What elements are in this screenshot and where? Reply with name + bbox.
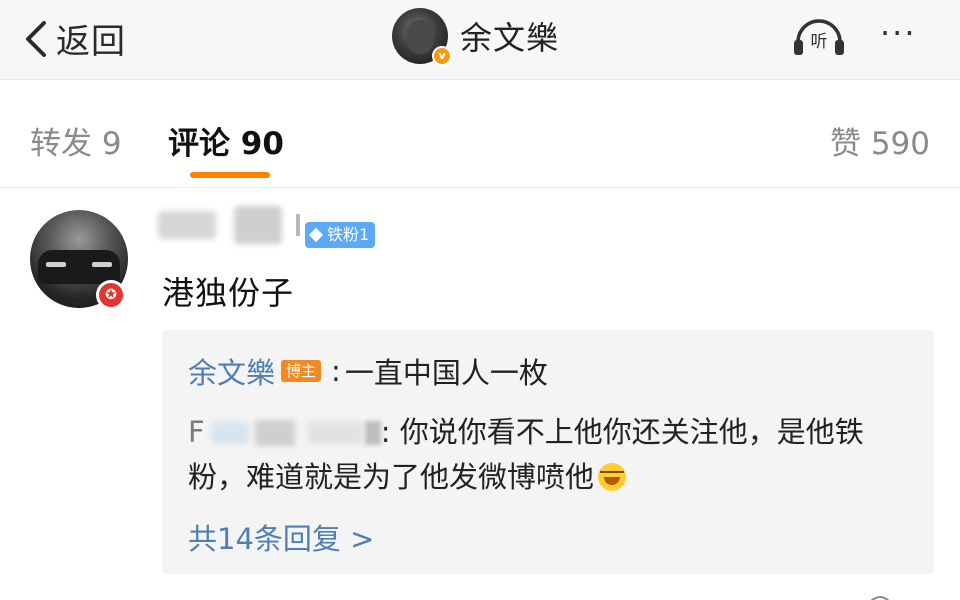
avatar-car-light (46, 262, 66, 267)
reply-author-name[interactable]: 余文樂 (188, 350, 275, 392)
reply-item[interactable]: F : 你说你看不上他你还关注他，是他铁粉，难道就是为了他发微博喷他 (188, 410, 908, 500)
reply-colon: : (331, 354, 341, 388)
active-tab-indicator (190, 172, 270, 178)
reply-item[interactable]: 余文樂 博主 : 一直中国人一枚 (188, 350, 548, 392)
reply-text: 一直中国人一枚 (344, 356, 548, 390)
listen-headphones-button[interactable]: 听 (790, 12, 848, 58)
avatar-car-light (92, 262, 112, 267)
back-label: 返回 (56, 22, 126, 62)
reply-thread[interactable]: 余文樂 博主 : 一直中国人一枚 F : 你说你看不上他你还关注他，是他铁粉，难… (162, 330, 934, 574)
redaction-blur (158, 211, 216, 239)
tab-reposts[interactable]: 转发 9 (30, 118, 122, 163)
reply-author-initial: F (188, 415, 205, 449)
author-host-badge: 博主 (281, 360, 322, 382)
back-button[interactable]: 返回 (22, 14, 126, 63)
redaction-blur (364, 420, 381, 445)
tab-likes[interactable]: 赞 590 (830, 118, 930, 163)
chevron-left-icon (26, 20, 46, 57)
laughing-emoji-icon (598, 463, 627, 491)
reply-colon: : (380, 415, 391, 449)
reply-author-redacted[interactable]: F (188, 410, 381, 455)
author-header[interactable]: v 余文樂 (392, 8, 559, 66)
redaction-blur (254, 419, 295, 446)
top-navigation-bar: 返回 v 余文樂 听 ··· (0, 0, 960, 80)
redaction-blur (234, 206, 282, 244)
more-options-button[interactable]: ··· (880, 17, 917, 49)
author-avatar[interactable]: v (392, 8, 452, 66)
fan-badge-label: 铁粉1 (327, 225, 370, 244)
author-name[interactable]: 余文樂 (460, 13, 559, 59)
fan-level-badge: 铁粉1 (305, 222, 376, 248)
redaction-blur (306, 421, 363, 444)
avatar-car-shape (38, 250, 120, 284)
tab-bar: 转发 9 评论 90 赞 590 (0, 80, 960, 188)
tab-comments[interactable]: 评论 90 (168, 118, 284, 163)
comment-text: 港独份子 (162, 274, 295, 312)
red-star-badge-icon: ✪ (96, 280, 126, 310)
user-level-badge: ✪ (96, 280, 128, 312)
commenter-name-redacted[interactable] (158, 206, 300, 244)
view-all-replies-link[interactable]: 共14条回复 > (188, 516, 374, 558)
verified-badge-icon: v (432, 46, 452, 66)
redaction-blur (296, 214, 300, 236)
diamond-icon (308, 227, 324, 243)
avatar-face-shape (406, 20, 434, 54)
partial-icon (870, 596, 890, 600)
listen-label: 听 (811, 32, 828, 52)
redaction-blur (210, 421, 249, 444)
